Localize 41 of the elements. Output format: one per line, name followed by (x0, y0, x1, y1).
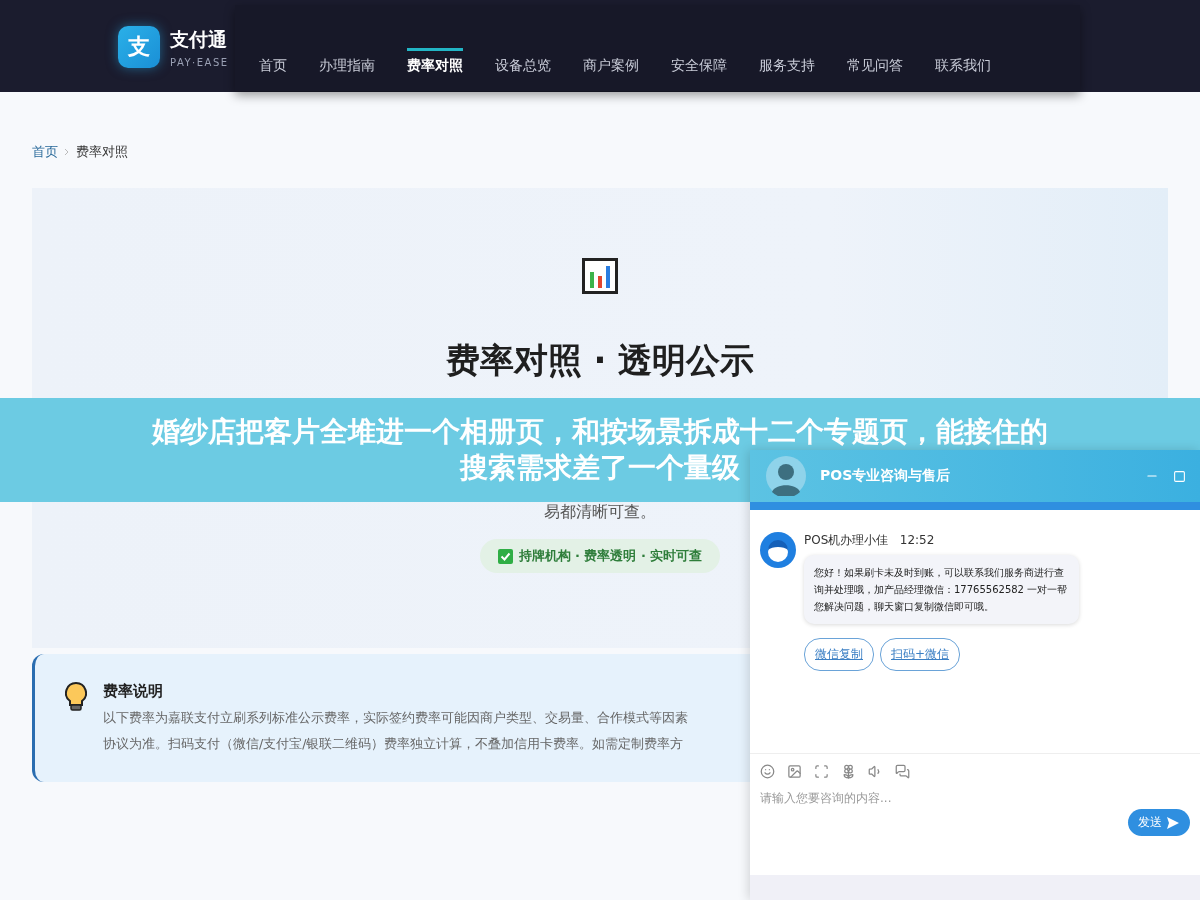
caption-text: 婚纱店把客片全堆进一个相册页，和按场景拆成十二个专题页，能接住的 (152, 414, 1048, 450)
chevron-icon (64, 146, 70, 158)
agent-avatar (766, 456, 806, 496)
image-icon[interactable] (787, 764, 802, 779)
caption-text: 搜索需求差了一个量级 (460, 450, 740, 486)
chat-title: POS专业咨询与售后 (820, 467, 952, 485)
logo-name: 支付通 (170, 26, 228, 52)
scan-icon[interactable] (814, 764, 829, 779)
notice-text: 以下费率为嘉联支付立刷系列标准公示费率，实际签约费率可能因商户类型、交易量、合作模式等因素 (103, 709, 688, 727)
nav-tab[interactable]: 商户案例 (583, 48, 639, 81)
hero-description: 易都清晰可查。 (544, 502, 656, 523)
message-meta: POS机办理小佳 12:52 (804, 532, 936, 549)
notice-title: 费率说明 (103, 682, 164, 701)
check-icon (497, 548, 513, 564)
nav-tab[interactable]: 首页 (259, 48, 287, 81)
quick-reply-button[interactable]: 微信复制 (804, 638, 874, 671)
bot-avatar (760, 532, 796, 568)
send-icon (1166, 815, 1180, 830)
notice-text: 协议为准。扫码支付（微信/支付宝/银联二维码）费率独立计算，不叠加信用卡费率。如需定制费率方 (103, 735, 685, 753)
message-bubble: 您好！如果刷卡未及时到账，可以联系我们服务商进行查询并处理哦，加产品经理微信：17765562582 一对一帮您解决问题，聊天窗口复制微信即可哦。 (804, 555, 1079, 624)
quick-reply-button[interactable]: 扫码+微信 (880, 638, 961, 671)
nav-tab[interactable]: 设备总览 (495, 48, 551, 81)
maximize-icon[interactable] (1173, 469, 1186, 483)
chat-bubbles-icon[interactable] (895, 764, 910, 779)
lightbulb-icon (65, 682, 87, 712)
breadcrumb-current: 费率对照 (76, 143, 128, 161)
nav-tab[interactable]: 服务支持 (759, 48, 815, 81)
flower-icon[interactable] (841, 764, 856, 779)
nav-tab[interactable]: 常见问答 (847, 48, 903, 81)
nav-tab[interactable]: 安全保障 (671, 48, 727, 81)
emoji-icon[interactable] (760, 764, 775, 779)
nav-tab[interactable]: 办理指南 (319, 48, 375, 81)
breadcrumb-link[interactable]: 首页 (32, 143, 58, 161)
bar-chart-icon (582, 258, 618, 294)
message-input[interactable]: 请输入您要咨询的内容... (760, 787, 1060, 809)
logo-tagline: PAY·EASE (170, 56, 229, 68)
nav-tab[interactable]: 费率对照 (407, 48, 463, 81)
trust-badge: 持牌机构 · 费率透明 · 实时可查 (479, 539, 721, 573)
hero-title: 费率对照 · 透明公示 (445, 339, 755, 382)
nav-tab[interactable]: 联系我们 (935, 48, 991, 81)
logo-mark: 支 (118, 26, 160, 68)
